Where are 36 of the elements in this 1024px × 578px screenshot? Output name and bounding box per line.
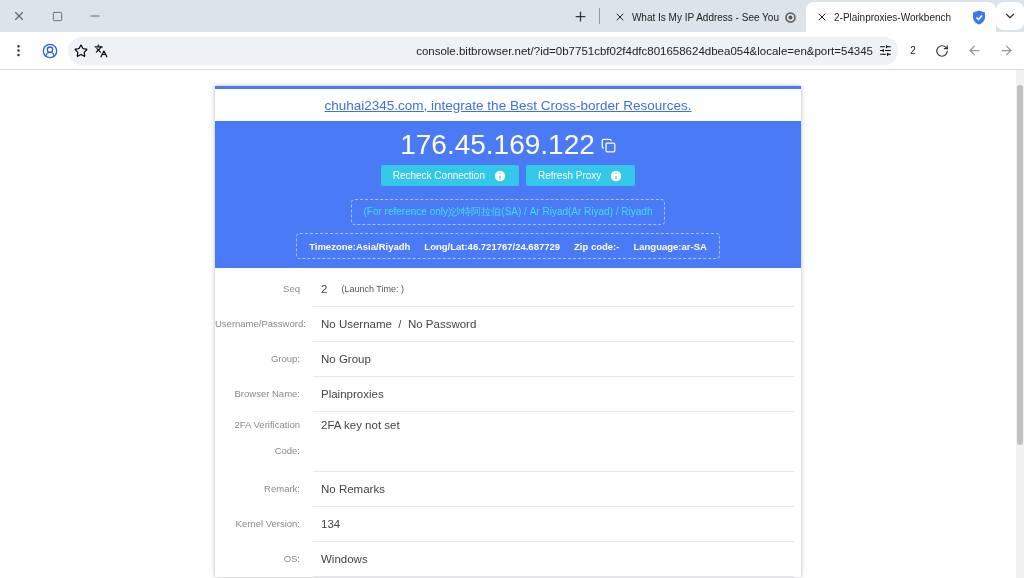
site-settings-icon[interactable]: [879, 44, 892, 57]
detail-text: Zip code:-: [574, 240, 620, 252]
field-label: Remark:: [263, 482, 301, 496]
field-value: 2FA key not set: [321, 418, 400, 433]
detail-text: Long/Lat:46.721767/24.687729: [424, 240, 561, 252]
bookmark-star-icon[interactable]: [74, 43, 88, 58]
field-label: Username/Password:: [215, 317, 307, 331]
browser-tab[interactable]: What Is My IP Address - See You: [603, 2, 806, 32]
field-value: Plainproxies: [321, 387, 384, 402]
field-label: Seq: [282, 282, 301, 296]
field-label: Browser Name:: [233, 387, 301, 401]
field-label: Group:: [269, 352, 301, 366]
close-tab-icon[interactable]: [816, 11, 828, 23]
field-label: OS:: [282, 552, 301, 566]
field-value: Windows: [321, 552, 368, 567]
translate-icon[interactable]: [94, 43, 108, 58]
field-label: 2FA Verification Code:: [233, 418, 301, 458]
browser-tab[interactable]: 2-Plainproxies-Workbench: [806, 2, 996, 32]
field-label: Kernel Version:: [234, 517, 301, 531]
extension-count[interactable]: 2: [902, 45, 924, 56]
info-icon[interactable]: [492, 168, 507, 183]
field-value: No Username / No Password: [321, 317, 477, 332]
scrollbar[interactable]: [1016, 70, 1024, 578]
ip-address: 176.45.169.122: [400, 129, 595, 161]
detail-text: Language:ar-SA: [633, 240, 707, 252]
copy-icon[interactable]: [600, 137, 616, 153]
banner-link[interactable]: chuhai2345.com, integrate the Best Cross-border Resources.: [324, 97, 692, 113]
launch-time-note: (Launch Time: ): [341, 283, 404, 296]
field-value: 134: [321, 517, 341, 532]
detail-text: Timezone:Asia/Riyadh: [309, 240, 411, 252]
location-text: (For reference only)沙特阿拉伯(SA) / Ar Riyad(Ar Riyad) / Riyadh: [363, 205, 653, 219]
field-value: No Remarks: [321, 482, 385, 497]
field-value: No Group: [321, 352, 371, 367]
info-icon[interactable]: [609, 168, 624, 183]
field-value: 2: [321, 282, 328, 297]
shield-icon[interactable]: [972, 9, 986, 25]
